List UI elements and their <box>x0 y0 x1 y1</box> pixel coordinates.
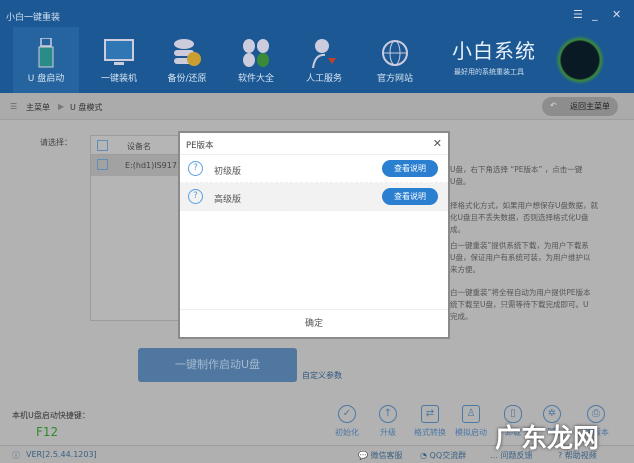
brand-slogan: 最好用的系统重装工具 <box>454 68 524 76</box>
user-heart-icon <box>291 35 357 71</box>
stamp-icon: ♙ <box>462 405 480 423</box>
nav-label: U 盘启动 <box>27 74 65 84</box>
convert-icon: ⇄ <box>421 405 439 423</box>
select-label: 请选择： <box>40 138 72 147</box>
tool-label: 升级 <box>380 428 396 437</box>
nav-label: 官方网站 <box>376 74 413 84</box>
back-label: 返回主菜单 <box>570 102 610 111</box>
hotkey-value: F12 <box>36 425 59 439</box>
nav-one-click-install[interactable]: 一键装机 <box>86 27 152 93</box>
globe-icon <box>362 35 428 71</box>
breadcrumb-root[interactable]: 主菜单 <box>26 102 50 113</box>
info-line: 成。 <box>450 225 465 234</box>
breadcrumb: ☰ 主菜单 ▶ U 盘模式 <box>0 93 634 120</box>
apps-icon <box>223 35 289 71</box>
info-line: 完成。 <box>450 312 473 321</box>
info-line: 择格式化方式，如果用户想保存U盘数据，就 <box>450 201 598 210</box>
option-advanced[interactable]: ? 高级版 查看说明 <box>180 183 448 211</box>
make-boot-usb-button[interactable]: 一键制作启动U盘 <box>138 348 297 382</box>
nav-label: 备份/还原 <box>167 74 207 84</box>
breadcrumb-current: U 盘模式 <box>70 103 103 112</box>
tool-label: 模拟启动 <box>455 428 487 437</box>
watermark: 广东龙网 <box>495 424 600 454</box>
tool-simulate-boot[interactable]: ♙ 模拟启动 <box>449 405 493 438</box>
confirm-button[interactable]: 确定 <box>180 309 448 337</box>
app-title: 小白一键重装 <box>6 13 61 23</box>
back-to-main-button[interactable]: ↶ 返回主菜单 <box>542 97 618 116</box>
link-label: QQ交流群 <box>429 451 467 460</box>
nav-usb-boot[interactable]: U 盘启动 <box>13 27 79 93</box>
help-icon: ? <box>188 189 203 204</box>
select-all-checkbox[interactable] <box>97 140 108 151</box>
tool-format-convert[interactable]: ⇄ 格式转换 <box>408 405 452 438</box>
nav-backup-restore[interactable]: 备份/还原 <box>154 27 220 93</box>
monitor-icon <box>86 35 152 71</box>
view-details-button[interactable]: 查看说明 <box>382 188 438 205</box>
info-line: 化U盘且不丢失数据，否则选择格式化U盘 <box>450 213 589 222</box>
info-line: 来方便。 <box>450 265 480 274</box>
close-button[interactable]: ✕ <box>612 8 621 21</box>
nav-software[interactable]: 软件大全 <box>223 27 289 93</box>
nav-label: 一键装机 <box>100 74 137 84</box>
database-icon <box>154 35 220 71</box>
tool-upgrade[interactable]: ↑ 升级 <box>366 405 410 438</box>
device-table: 设备名 E:(hd1)IS917 I <box>90 135 182 321</box>
header: 小白一键重装 ☰ _ ✕ U 盘启动 一键装机 备份/还原 软件大全 人工服务 … <box>0 0 634 93</box>
option-label: 初级版 <box>214 167 242 177</box>
close-icon[interactable]: ✕ <box>433 137 442 150</box>
footer-wechat-support[interactable]: 💬 微信客服 <box>358 450 403 461</box>
device-name: E:(hd1)IS917 I <box>125 161 182 170</box>
option-basic[interactable]: ? 初级版 查看说明 <box>180 155 448 183</box>
tool-label: 初始化 <box>335 428 359 437</box>
help-icon: ? <box>188 161 203 176</box>
back-icon: ↶ <box>550 101 557 110</box>
minimize-button[interactable]: _ <box>592 8 598 21</box>
pe-version-dialog: PE版本 ✕ ? 初级版 查看说明 ? 高级版 查看说明 确定 <box>178 131 450 339</box>
info-line: U盘，保证用户有系统可装，为用户维护以 <box>450 253 591 262</box>
check-circle-icon: ✓ <box>338 405 356 423</box>
row-checkbox[interactable] <box>97 159 108 170</box>
dialog-title: PE版本 <box>186 141 214 151</box>
hotkey-label: 本机U盘启动快捷键： <box>12 411 90 420</box>
dialog-header: PE版本 ✕ <box>180 133 448 155</box>
tool-label: 格式转换 <box>414 428 446 437</box>
info-line: 白一键重装”提供系统下载，为用户下载系 <box>450 241 589 250</box>
info-line: U盘。 <box>450 177 471 186</box>
option-label: 高级版 <box>214 195 242 205</box>
column-device-name: 设备名 <box>127 142 151 151</box>
brand-name: 小白系统 <box>452 39 536 63</box>
app-logo <box>556 36 604 84</box>
nav-official-site[interactable]: 官方网站 <box>362 27 428 93</box>
link-label: 微信客服 <box>370 451 403 460</box>
nav-manual-service[interactable]: 人工服务 <box>291 27 357 93</box>
upload-icon: ↑ <box>379 405 397 423</box>
nav-label: 软件大全 <box>237 74 274 84</box>
tool-initialize[interactable]: ✓ 初始化 <box>325 405 369 438</box>
menu-icon[interactable]: ☰ <box>573 8 583 21</box>
info-icon: ⓘ <box>12 451 20 460</box>
version: VER[2.5.44.1203] <box>26 450 97 459</box>
table-header: 设备名 <box>91 136 179 155</box>
usb-icon <box>13 35 79 71</box>
info-line: U盘，右下角选择 “PE版本” ，点击一键 <box>450 165 583 174</box>
table-row[interactable]: E:(hd1)IS917 I <box>91 155 182 176</box>
view-details-button[interactable]: 查看说明 <box>382 160 438 177</box>
custom-params-link[interactable]: 自定义参数 <box>302 370 342 381</box>
breadcrumb-arrow-icon: ▶ <box>58 102 65 111</box>
footer-qq-group[interactable]: ◔ QQ交流群 <box>420 450 466 461</box>
info-line: 统下载至U盘，只需等待下载完成即可。U <box>450 300 589 309</box>
nav-label: 人工服务 <box>305 74 342 84</box>
info-line: 白一键重装”将全程自动为用户提供PE版本 <box>450 288 591 297</box>
list-icon: ☰ <box>10 102 18 111</box>
